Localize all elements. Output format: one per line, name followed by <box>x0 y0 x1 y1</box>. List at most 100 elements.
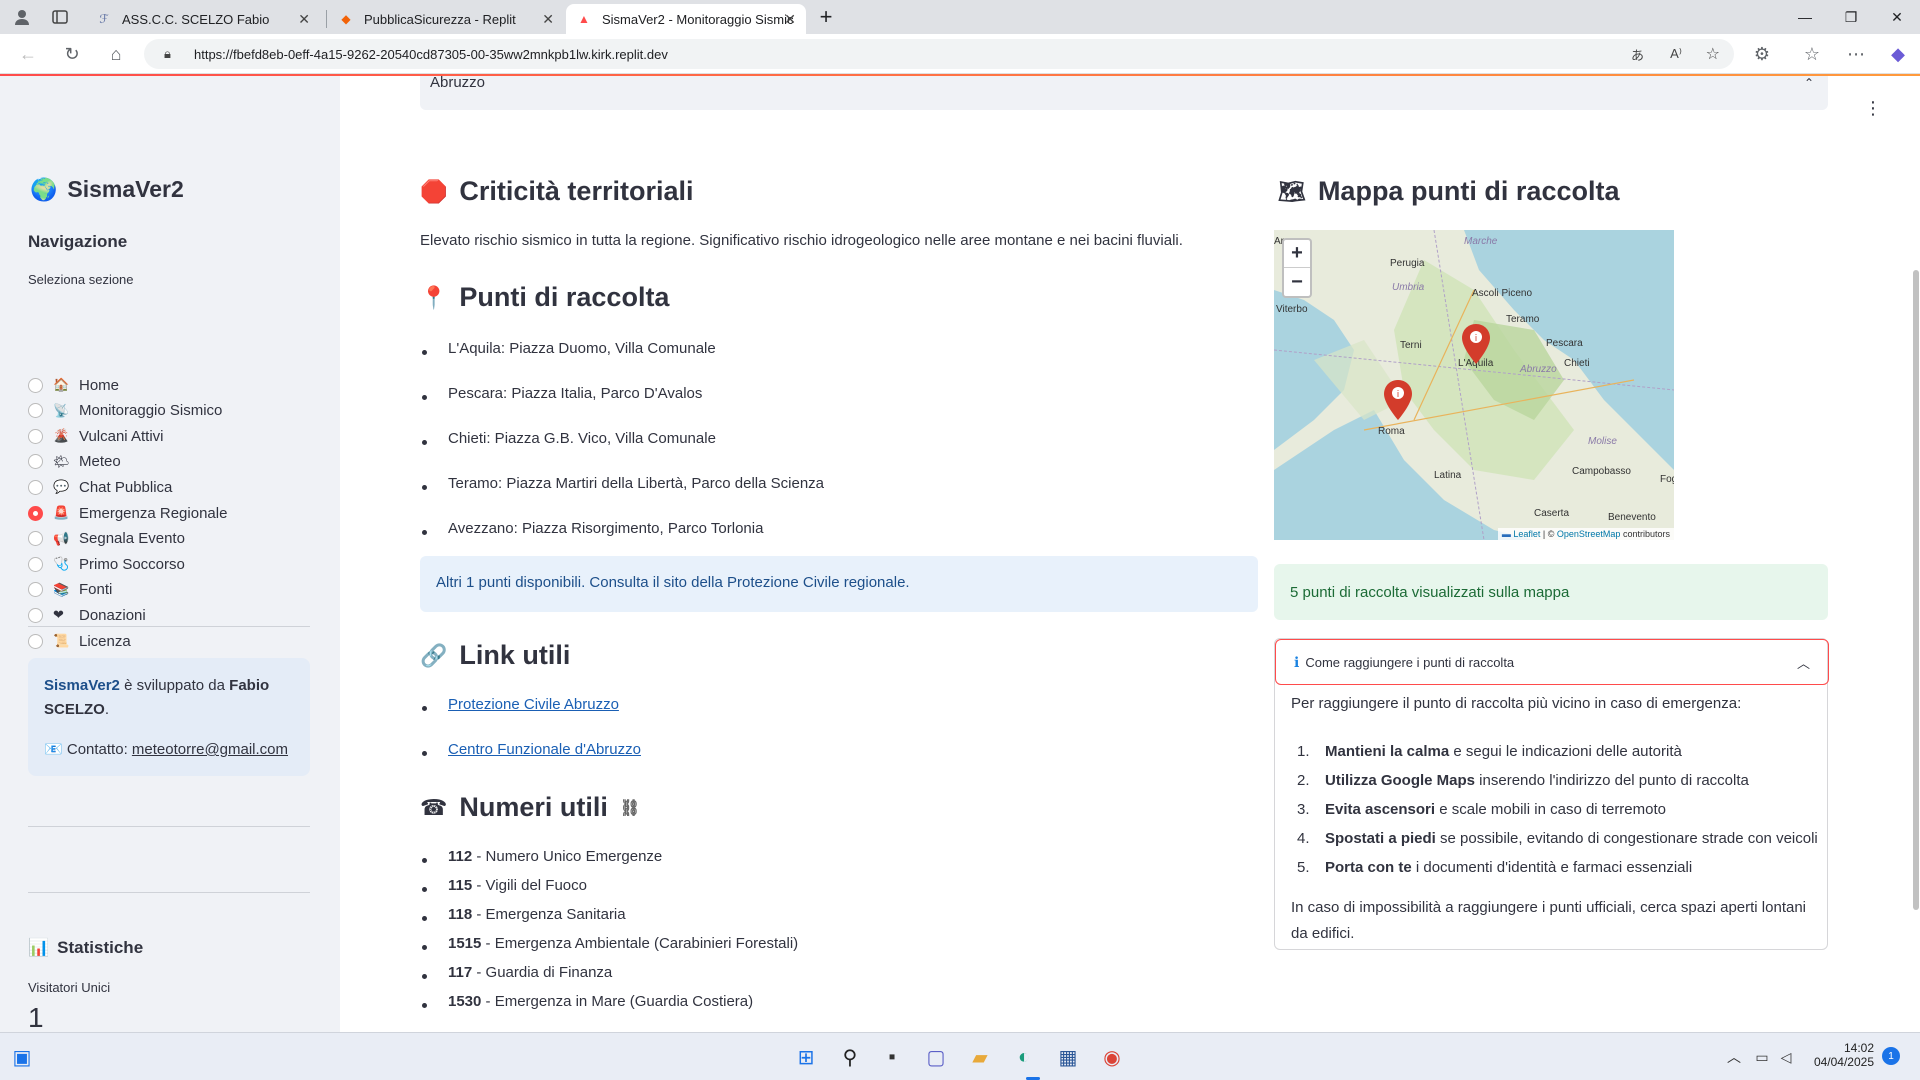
radio-button[interactable] <box>28 505 43 521</box>
favorite-star-icon[interactable]: ☆ <box>1706 44 1720 64</box>
radio-button[interactable] <box>28 582 43 598</box>
nav-item-donazioni[interactable]: ❤ Donazioni <box>28 604 146 626</box>
scrollbar-thumb[interactable] <box>1913 270 1919 910</box>
map[interactable]: Marche Perugia Umbria Ascoli Piceno Teramo Te… <box>1274 230 1674 540</box>
tab-replit[interactable]: ◆ PubblicaSicurezza - Replit ✕ <box>328 4 564 34</box>
nav-item-segnala-evento[interactable]: 📢 Segnala Evento <box>28 528 185 550</box>
bullet <box>422 1003 427 1008</box>
start-icon[interactable]: ⊞ <box>790 1041 822 1073</box>
region-select[interactable]: Abruzzo ⌃ <box>420 76 1828 110</box>
nav-item-chat-pubblica[interactable]: 💬 Chat Pubblica <box>28 476 172 498</box>
search-icon[interactable]: ⚲ <box>834 1041 866 1073</box>
nav-item-label: Monitoraggio Sismico <box>79 402 223 420</box>
document-icon: ℱ <box>99 12 109 26</box>
step-number: 4. <box>1297 830 1310 847</box>
zoom-in-button[interactable]: + <box>1284 240 1310 268</box>
nav-item-fonti[interactable]: 📚 Fonti <box>28 579 112 601</box>
close-window-icon[interactable]: ✕ <box>1874 0 1920 34</box>
radio-button[interactable] <box>28 531 43 547</box>
chevron-up-icon[interactable]: ︿ <box>1797 653 1810 672</box>
map-label: Pescara <box>1546 338 1583 349</box>
copilot-icon[interactable]: ◆ <box>1884 40 1912 68</box>
map-label: Abruzzo <box>1520 364 1557 375</box>
address-bar[interactable]: 🔒︎ https://fbefd8eb-0eff-4a15-9262-20540… <box>144 39 1734 69</box>
minimize-icon[interactable]: — <box>1782 0 1828 34</box>
step-item: 4. Spostati a piedi se possibile, evitand… <box>1297 830 1818 847</box>
radio-button[interactable] <box>28 428 43 444</box>
bullet <box>422 945 427 950</box>
folder-icon[interactable]: ▰ <box>964 1041 996 1073</box>
marker-icon[interactable]: i <box>1384 380 1412 425</box>
nav-item-primo-soccorso[interactable]: 🩺 Primo Soccorso <box>28 553 185 575</box>
more-icon[interactable]: ⋯ <box>1842 40 1870 68</box>
clock[interactable]: 14:02 04/04/2025 <box>1808 1041 1874 1069</box>
favorites-icon[interactable]: ☆ <box>1798 40 1826 68</box>
tab-actions-icon[interactable] <box>46 3 74 31</box>
notification-badge[interactable]: 1 <box>1882 1047 1900 1065</box>
criticita-text: Elevato rischio sismico in tutta la regi… <box>420 232 1183 249</box>
leaflet-link[interactable]: Leaflet <box>1513 529 1540 539</box>
close-icon[interactable]: ✕ <box>542 11 554 28</box>
radio-button[interactable] <box>28 633 43 649</box>
nav-item-vulcani-attivi[interactable]: 🌋 Vulcani Attivi <box>28 425 164 447</box>
widgets-icon[interactable]: ▣ <box>6 1041 38 1073</box>
tab-ass-scelzo[interactable]: ℱ ASS.C.C. SCELZO Fabio ✕ <box>86 4 320 34</box>
edge-icon[interactable]: ◐ <box>1008 1041 1040 1073</box>
main-menu-icon[interactable]: ⋮ <box>1864 98 1882 119</box>
radio-button[interactable] <box>28 377 43 393</box>
nav-item-icon: 🌋 <box>53 428 70 444</box>
step-bold: Mantieni la calma <box>1325 743 1450 760</box>
radio-button[interactable] <box>28 454 43 470</box>
link-icon: 🔗 <box>420 642 448 668</box>
radio-button[interactable] <box>28 607 43 623</box>
nav-item-icon: 💬 <box>53 479 70 495</box>
link-protezione-civile[interactable]: Protezione Civile Abruzzo <box>448 696 619 713</box>
map-label: Chieti <box>1564 358 1590 369</box>
divider <box>28 892 310 893</box>
teams-icon[interactable]: ▢ <box>920 1041 952 1073</box>
restore-icon[interactable]: ❐ <box>1828 0 1874 34</box>
step-rest: i documenti d'identità e farmaci essenzi… <box>1411 859 1693 876</box>
expander-header[interactable]: ℹ Come raggiungere i punti di raccolta ︿ <box>1275 639 1829 685</box>
nav-item-licenza[interactable]: 📜 Licenza <box>28 630 131 652</box>
zoom-out-button[interactable]: − <box>1284 268 1310 296</box>
sidebar: 🌍 SismaVer2 Navigazione Seleziona sezion… <box>0 76 340 1032</box>
anchor-link-icon[interactable]: ⛓ <box>620 798 640 818</box>
close-icon[interactable]: ✕ <box>784 11 796 28</box>
chrome-icon[interactable]: ◉ <box>1096 1041 1128 1073</box>
nav-item-monitoraggio-sismico[interactable]: 📡 Monitoraggio Sismico <box>28 400 222 422</box>
tab-sismaver2[interactable]: ▲ SismaVer2 - Monitoraggio Sismic ✕ <box>566 4 806 34</box>
nav-item-meteo[interactable]: 🌤 Meteo <box>28 451 121 473</box>
link-centro-funzionale[interactable]: Centro Funzionale d'Abruzzo <box>448 741 641 758</box>
reload-icon[interactable]: ↻ <box>58 40 86 68</box>
punto-item: Avezzano: Piazza Risorgimento, Parco Tor… <box>448 520 764 537</box>
map-label: Umbria <box>1392 282 1425 293</box>
taskbar: ▣ ⊞ ⚲ ▪ ▢ ▰ ◐ ▦ ◉ ︿ ▭ ◁ 14:02 04/04/2025… <box>0 1032 1920 1080</box>
extensions-icon[interactable]: ⚙ <box>1748 40 1776 68</box>
radio-button[interactable] <box>28 479 43 495</box>
nav-item-icon: 📜 <box>53 633 70 648</box>
numero-item: 118 - Emergenza Sanitaria <box>448 906 626 923</box>
close-icon[interactable]: ✕ <box>298 11 310 28</box>
volume-icon[interactable]: ◁ <box>1770 1041 1802 1073</box>
store-icon[interactable]: ▦ <box>1052 1041 1084 1073</box>
map-label: Molise <box>1588 436 1617 447</box>
numero-value: 1530 <box>448 993 482 1010</box>
numeri-heading: ☎ Numeri utili ⛓ <box>420 792 641 822</box>
osm-link[interactable]: OpenStreetMap <box>1557 529 1621 539</box>
nav-item-home[interactable]: 🏠 Home <box>28 374 119 396</box>
read-aloud-icon[interactable]: A⁾ <box>1670 46 1682 62</box>
marker-icon[interactable]: i <box>1462 324 1490 369</box>
profile-icon[interactable] <box>8 3 36 31</box>
new-tab-icon[interactable]: + <box>812 3 840 31</box>
divider <box>28 826 310 827</box>
translate-icon[interactable]: あ <box>1631 45 1644 64</box>
back-icon[interactable]: ← <box>14 40 42 68</box>
nav-item-emergenza-regionale[interactable]: 🚨 Emergenza Regionale <box>28 502 227 524</box>
radio-button[interactable] <box>28 403 43 419</box>
home-icon[interactable]: ⌂ <box>102 40 130 68</box>
browser-window: ℱ ASS.C.C. SCELZO Fabio ✕ ◆ PubblicaSicu… <box>0 0 1920 1032</box>
email-link[interactable]: meteotorre@gmail.com <box>132 741 288 758</box>
task-view-icon[interactable]: ▪ <box>876 1041 908 1073</box>
radio-button[interactable] <box>28 556 43 572</box>
